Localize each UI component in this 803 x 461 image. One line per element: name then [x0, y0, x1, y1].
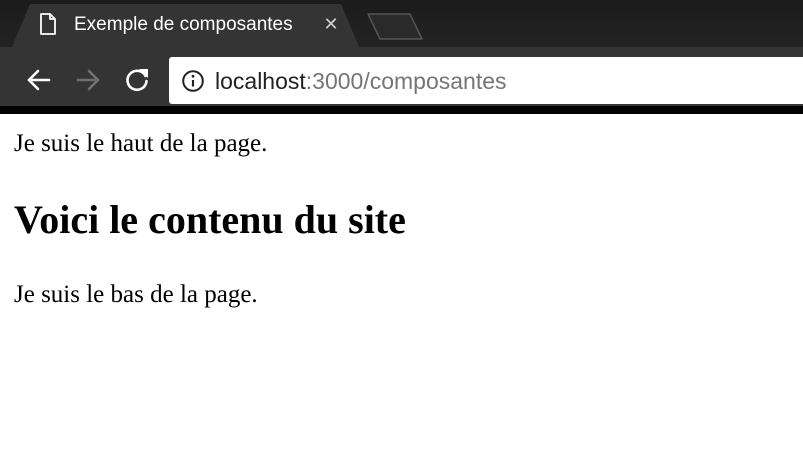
- document-icon: [40, 13, 56, 35]
- reload-button[interactable]: [122, 65, 152, 95]
- forward-button[interactable]: [73, 65, 103, 95]
- tab-title: Exemple de composantes: [74, 14, 293, 35]
- reload-icon: [126, 69, 148, 92]
- browser-window: Exemple de composantes ✕ localhost:3000/…: [0, 0, 803, 461]
- page-content: Je suis le haut de la page. Voici le con…: [0, 114, 803, 461]
- back-button[interactable]: [24, 65, 54, 95]
- top-text: Je suis le haut de la page.: [14, 130, 268, 157]
- new-tab-button[interactable]: [366, 12, 424, 41]
- url-host: localhost: [215, 68, 306, 94]
- info-icon[interactable]: [181, 69, 205, 93]
- arrow-right-icon: [76, 69, 100, 91]
- toolbar-divider: [0, 106, 803, 114]
- page-heading: Voici le contenu du site: [14, 197, 406, 242]
- arrow-left-icon: [27, 69, 51, 91]
- url-text[interactable]: localhost:3000/composantes: [215, 66, 507, 96]
- tab-close-icon[interactable]: ✕: [320, 14, 342, 36]
- url-path: :3000/composantes: [305, 68, 507, 94]
- bottom-text: Je suis le bas de la page.: [14, 281, 258, 308]
